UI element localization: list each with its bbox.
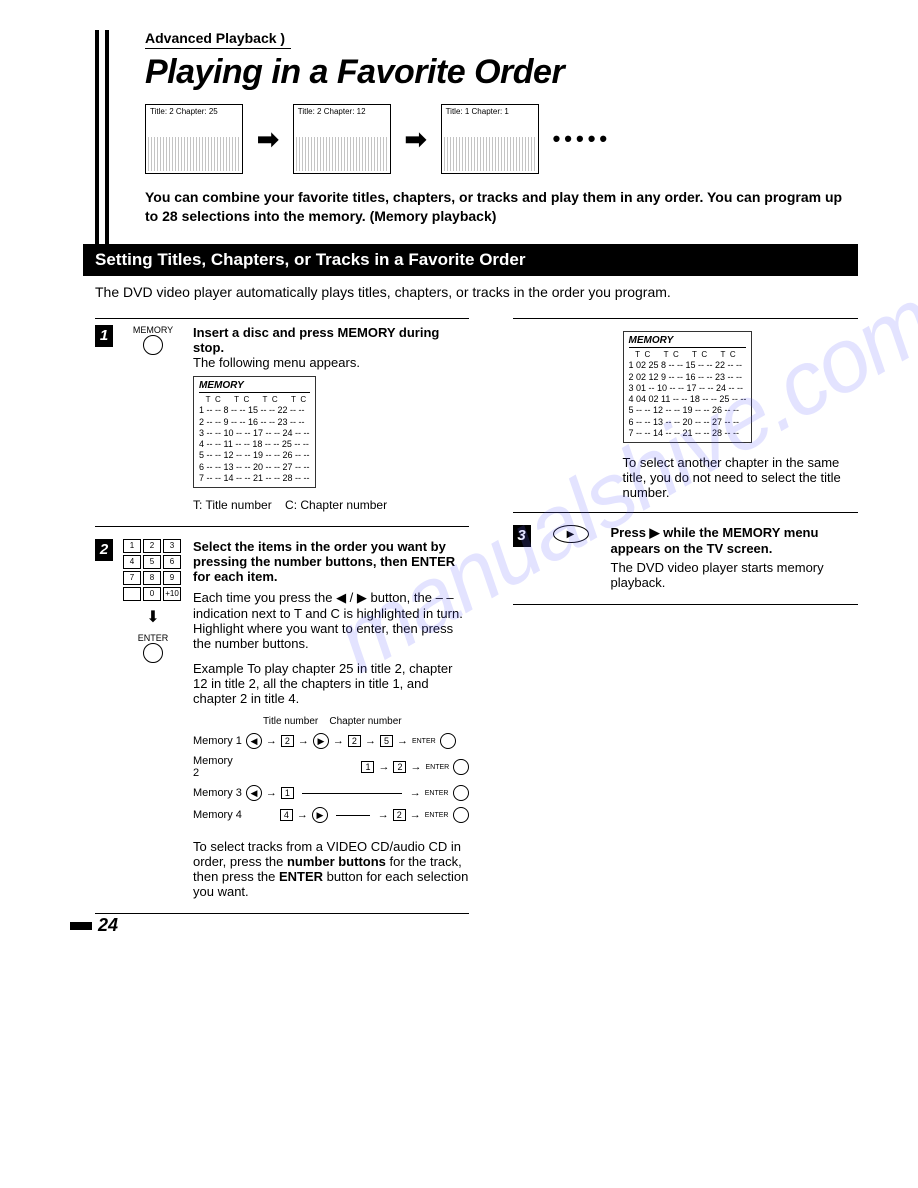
enter-label: ENTER bbox=[123, 633, 183, 643]
step2-example: Example To play chapter 25 in title 2, c… bbox=[193, 661, 469, 706]
play-button-icon: ▶ bbox=[553, 525, 589, 543]
step3-heading: Press ▶ while the MEMORY menu appears on… bbox=[611, 525, 859, 556]
table-legend: T: Title number C: Chapter number bbox=[193, 498, 469, 512]
down-arrow-icon: ⬇ bbox=[123, 607, 183, 627]
col-title-label: Title number bbox=[263, 716, 318, 727]
illust-card-3: Title: 1 Chapter: 1 bbox=[441, 104, 539, 174]
memory-button-icon bbox=[143, 335, 163, 355]
page-title: Playing in a Favorite Order bbox=[145, 53, 858, 92]
step-number-1: 1 bbox=[95, 325, 113, 347]
right-column: MEMORY T C T C T C T C 1 02 25 8 -- -- 1… bbox=[513, 318, 859, 926]
step-number-3: 3 bbox=[513, 525, 531, 547]
illust-card-1: Title: 2 Chapter: 25 bbox=[145, 104, 243, 174]
step2-icons: 123 456 789 0+10 ⬇ ENTER bbox=[123, 539, 183, 899]
illustration-row: Title: 2 Chapter: 25 ➡ Title: 2 Chapter:… bbox=[145, 104, 858, 174]
right-note: To select another chapter in the same ti… bbox=[623, 455, 859, 500]
decorative-bars bbox=[95, 30, 109, 245]
breadcrumb: Advanced Playback bbox=[145, 30, 291, 49]
step3-body: The DVD video player starts memory playb… bbox=[611, 560, 859, 590]
col-chapter-label: Chapter number bbox=[329, 716, 401, 727]
memory-line-1: Memory 1 ◀→2→▶→2→5→ENTER bbox=[193, 733, 469, 749]
section-subtext: The DVD video player automatically plays… bbox=[95, 284, 858, 300]
step-2: 2 123 456 789 0+10 ⬇ ENTER Select the it… bbox=[95, 539, 469, 899]
memory-line-3: Memory 3 ◀→1→ENTER bbox=[193, 785, 469, 801]
step2-note: To select tracks from a VIDEO CD/audio C… bbox=[193, 839, 469, 899]
memory-label: MEMORY bbox=[123, 325, 183, 335]
step-1: 1 MEMORY Insert a disc and press MEMORY … bbox=[95, 325, 469, 512]
illust-card-2: Title: 2 Chapter: 12 bbox=[293, 104, 391, 174]
memory-table-filled: MEMORY T C T C T C T C 1 02 25 8 -- -- 1… bbox=[623, 331, 753, 443]
enter-button-icon bbox=[143, 643, 163, 663]
left-column: 1 MEMORY Insert a disc and press MEMORY … bbox=[95, 318, 469, 926]
step1-heading: Insert a disc and press MEMORY during st… bbox=[193, 325, 469, 355]
memory-table-empty: MEMORY T C T C T C T C 1 -- -- 8 -- -- 1… bbox=[193, 376, 316, 488]
ellipsis-icon: ••••• bbox=[553, 126, 612, 152]
memory-line-4: Memory 4 4→▶→2→ENTER bbox=[193, 807, 469, 823]
step1-sub: The following menu appears. bbox=[193, 355, 469, 370]
step1-icons: MEMORY bbox=[123, 325, 183, 512]
intro-text: You can combine your favorite titles, ch… bbox=[145, 188, 858, 226]
arrow-icon: ➡ bbox=[257, 124, 279, 155]
step3-icons: ▶ bbox=[541, 525, 601, 590]
step-number-2: 2 bbox=[95, 539, 113, 561]
section-heading: Setting Titles, Chapters, or Tracks in a… bbox=[83, 244, 858, 276]
memory-line-2: Memory 2 1→2→ENTER bbox=[193, 755, 469, 779]
page-number: 24 bbox=[70, 915, 118, 936]
step2-heading: Select the items in the order you want b… bbox=[193, 539, 469, 584]
step2-body: Each time you press the ◀ / ▶ button, th… bbox=[193, 590, 469, 651]
arrow-icon: ➡ bbox=[405, 124, 427, 155]
keypad-icon: 123 456 789 0+10 bbox=[123, 539, 183, 601]
step-3: 3 ▶ Press ▶ while the MEMORY menu appear… bbox=[513, 525, 859, 590]
